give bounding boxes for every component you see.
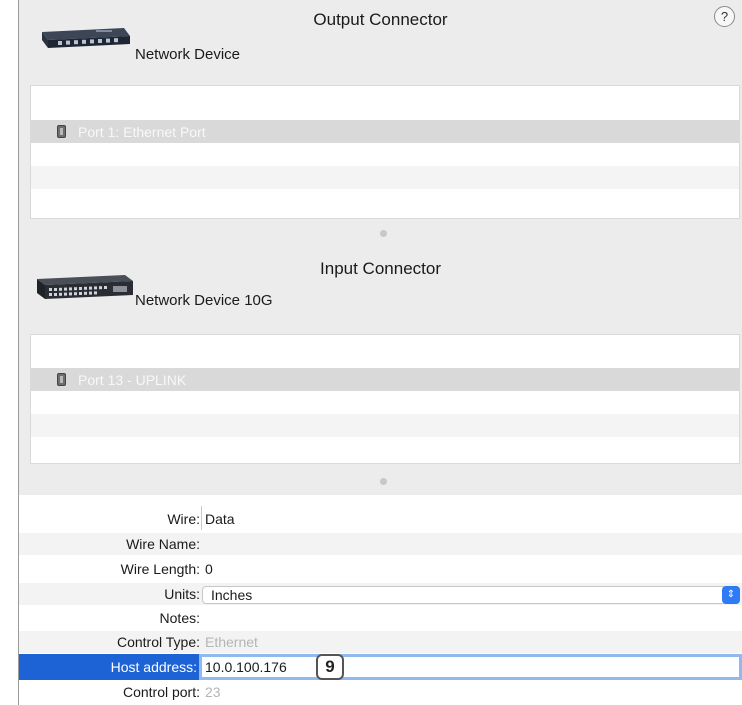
wire-name-row: Wire Name: [19,533,742,555]
network-switch-icon [42,28,130,48]
wire-length-row: Wire Length: 0 [19,558,742,580]
list-row [31,335,739,368]
input-port-list[interactable]: Port 13 - UPLINK [30,334,740,464]
units-value: Inches [211,587,253,603]
divider [201,506,202,530]
notes-label: Notes: [159,610,200,626]
notes-row: Notes: [19,607,742,629]
ethernet-port-icon [57,125,66,138]
ethernet-port-icon [57,373,66,386]
step-badge: 9 [316,654,344,680]
list-row [31,189,739,212]
control-port-value[interactable]: 23 [205,684,221,700]
host-address-input[interactable]: 10.0.100.176 9 [199,654,742,680]
output-device-name: Network Device [135,46,241,63]
units-select[interactable]: Inches ⇕ [202,586,740,604]
host-address-row: Host address: 10.0.100.176 9 [19,654,742,680]
help-button[interactable]: ? [714,6,735,27]
wire-length-label: Wire Length: [120,561,200,577]
control-port-label: Control port: [122,684,200,700]
wire-label: Wire: [167,511,200,527]
output-connector-panel: Output Connector ? Network Device Port 1… [19,0,742,245]
output-port-label: Port 1: Ethernet Port [78,123,206,140]
control-type-value: Ethernet [205,634,258,650]
list-row [31,391,739,414]
control-type-label: Control Type: [116,634,200,650]
list-row [31,437,739,460]
control-port-row: Control port: 23 [19,681,742,703]
list-row [31,86,739,120]
host-address-label-highlight: Host address: [19,654,199,680]
list-row [31,414,739,437]
wire-name-label: Wire Name: [126,536,200,552]
control-type-row: Control Type: Ethernet [19,631,742,653]
wire-length-field[interactable]: 0 [205,561,213,577]
wire-value[interactable]: Data [205,511,235,527]
splitter-dot[interactable] [380,230,387,237]
units-label: Units: [164,586,200,602]
list-row [31,143,739,166]
output-port-selected[interactable]: Port 1: Ethernet Port [31,120,739,143]
input-connector-panel: Input Connector Network Device 10G Port … [19,245,742,495]
splitter-dot[interactable] [380,478,387,485]
output-port-list[interactable]: Port 1: Ethernet Port [30,85,740,219]
host-address-value: 10.0.100.176 [205,659,287,675]
network-switch-10g-icon [37,275,133,299]
wire-row: Wire: Data [19,503,742,533]
input-device-name: Network Device 10G [135,292,273,309]
units-row: Units: Inches ⇕ [19,583,742,605]
updown-chevron-icon[interactable]: ⇕ [722,586,740,604]
input-port-label: Port 13 - UPLINK [78,371,187,388]
host-address-label: Host address: [110,659,197,675]
list-row [31,166,739,189]
input-port-selected[interactable]: Port 13 - UPLINK [31,368,739,391]
